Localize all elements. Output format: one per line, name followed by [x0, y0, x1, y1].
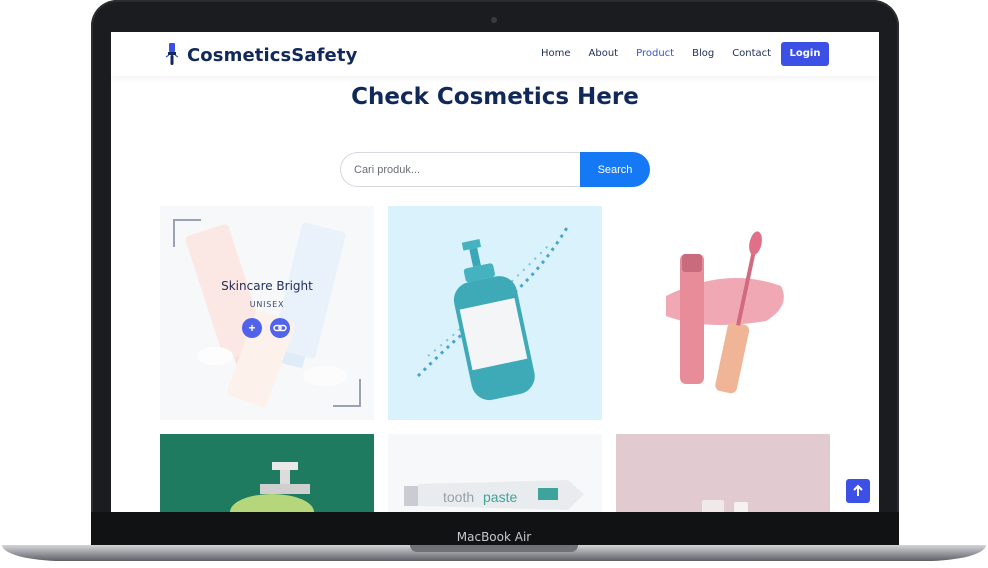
product-card[interactable]: [616, 206, 830, 420]
nav-contact[interactable]: Contact: [732, 48, 771, 59]
page-title: Check Cosmetics Here: [351, 84, 639, 110]
product-card[interactable]: [388, 206, 602, 420]
pump-bottle-image: [388, 206, 602, 420]
green-pump-image: [160, 434, 374, 512]
search-bar: Search: [340, 152, 650, 187]
product-category: UNISEX: [249, 300, 285, 309]
back-to-top-button[interactable]: [846, 479, 870, 503]
product-card[interactable]: tooth paste: [388, 434, 602, 512]
link-icon: [273, 324, 287, 332]
search-button[interactable]: Search: [580, 152, 650, 187]
product-card[interactable]: Skincare Bright UNISEX +: [160, 206, 374, 420]
product-name: Skincare Bright: [221, 279, 313, 293]
link-button[interactable]: [270, 318, 290, 338]
cosmetic-jars-image: [616, 434, 830, 512]
nav-menu: Home About Product Blog Contact: [541, 48, 789, 59]
search-input[interactable]: [340, 152, 582, 187]
arrow-up-icon: [853, 484, 863, 496]
product-card[interactable]: [616, 434, 830, 512]
navbar: CosmeticsSafety Home About Product Blog …: [111, 32, 879, 76]
add-button[interactable]: +: [242, 318, 262, 338]
lip-gloss-image: [616, 206, 830, 420]
svg-text:tooth: tooth: [443, 489, 474, 505]
overlay-corner: [333, 379, 361, 407]
brand-logo[interactable]: CosmeticsSafety: [187, 45, 357, 66]
device-label: MacBook Air: [456, 530, 532, 544]
screen: CosmeticsSafety Home About Product Blog …: [111, 32, 879, 512]
overlay-corner: [173, 219, 201, 247]
toothpaste-image: tooth paste: [388, 434, 602, 512]
brush-logo-icon: [165, 43, 179, 65]
login-button[interactable]: Login: [781, 42, 829, 66]
nav-blog[interactable]: Blog: [692, 48, 714, 59]
product-card[interactable]: [160, 434, 374, 512]
svg-text:paste: paste: [483, 489, 517, 505]
nav-home[interactable]: Home: [541, 48, 571, 59]
product-overlay: Skincare Bright UNISEX +: [160, 206, 374, 420]
laptop-notch: [410, 545, 578, 552]
nav-product[interactable]: Product: [636, 48, 674, 59]
nav-about[interactable]: About: [589, 48, 619, 59]
camera-dot: [491, 17, 497, 23]
